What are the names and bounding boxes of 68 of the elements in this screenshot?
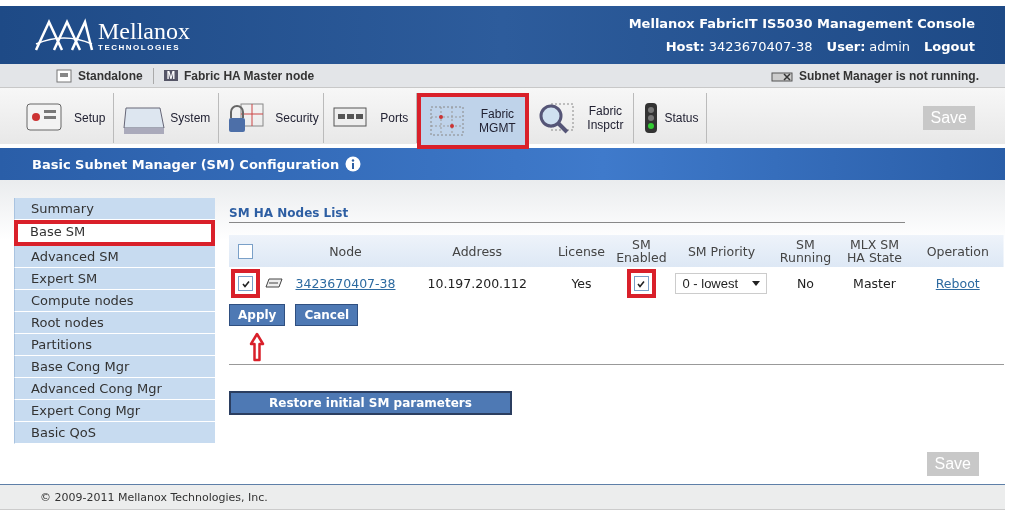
logo-name: Mellanox (98, 18, 190, 43)
tab-label: Ports (380, 111, 409, 125)
checkbox[interactable] (238, 243, 253, 259)
copyright-text: © 2009-2011 Mellanox Technologies, Inc. (40, 490, 268, 504)
column-header: Address (405, 235, 550, 267)
console-title: Mellanox FabricIT IS5030 Management Console (628, 16, 975, 31)
tab-label: Setup (74, 111, 106, 125)
master-badge: M (163, 70, 179, 81)
toolbar-tab[interactable]: Fabric MGMT (417, 93, 530, 149)
checkbox[interactable] (238, 276, 253, 291)
network-switch-icon (771, 69, 793, 82)
priority-dropdown[interactable]: 0 - lowest (675, 273, 768, 294)
user-value: admin (869, 39, 911, 54)
logo-tagline: TECHNOLOGIES (98, 42, 181, 52)
toolbar-tab[interactable]: Security (219, 93, 325, 143)
table-cell: Master (837, 267, 912, 300)
bridge-logo-icon (34, 18, 94, 52)
sidebar-item[interactable]: Expert Cong Mgr (14, 400, 215, 422)
sidebar-item[interactable]: Summary (14, 198, 215, 220)
checkbox[interactable] (633, 276, 649, 291)
checkmark-icon (240, 278, 251, 289)
column-header: MLX SM HA State (837, 235, 912, 267)
reboot-link[interactable]: Reboot (935, 276, 980, 291)
sidebar-item[interactable]: Base SM (14, 220, 215, 246)
toolbar-tab[interactable]: Setup (18, 93, 115, 143)
sidebar-item[interactable]: Partitions (14, 334, 215, 356)
column-header: License (549, 235, 614, 267)
logout-link[interactable]: Logout (924, 39, 975, 54)
column-header: SM Priority (669, 235, 774, 267)
switch-icon (265, 278, 283, 288)
sidebar-item[interactable]: Basic QoS (14, 422, 215, 444)
section-title: Basic Subnet Manager (SM) Configuration (32, 156, 340, 172)
node-link[interactable]: 3423670407-38 (295, 276, 396, 291)
tab-label: Status (664, 111, 699, 125)
sidebar-item[interactable]: Base Cong Mgr (14, 356, 215, 378)
toolbar-tab[interactable]: System (114, 93, 220, 143)
sidebar-item[interactable]: Root nodes (14, 312, 215, 334)
user-label: User: (826, 39, 866, 54)
column-header: Node (286, 235, 405, 267)
tab-label: System (170, 111, 211, 125)
info-icon (345, 156, 362, 172)
restore-button[interactable]: Restore initial SM parameters (229, 391, 512, 415)
sidebar-item[interactable]: Compute nodes (14, 290, 215, 312)
column-header: SM Enabled (613, 235, 670, 267)
sidebar-item[interactable]: Expert SM (14, 268, 215, 290)
monitor-icon (56, 68, 72, 83)
mode-label: Standalone (78, 68, 143, 83)
table-cell: Yes (549, 267, 614, 300)
toolbar-tab[interactable]: Fabric Inspctr (529, 93, 635, 143)
column-header: Operation (911, 235, 1004, 267)
column-header: SM Running (773, 235, 838, 267)
sm-status-text: Subnet Manager is not running. (799, 68, 979, 83)
tab-label: Fabric MGMT (478, 107, 517, 135)
sidebar-item[interactable]: Advanced SM (14, 246, 215, 268)
ha-role-label: Fabric HA Master node (184, 68, 315, 83)
table-cell: 10.197.200.112 (405, 267, 550, 300)
tab-label: Fabric Inspctr (586, 104, 625, 132)
toolbar-tab[interactable]: Status (634, 93, 708, 143)
checkmark-icon (636, 278, 647, 289)
caret-icon (752, 281, 761, 286)
apply-button[interactable]: Apply (229, 304, 286, 326)
host-value: 3423670407-38 (708, 39, 813, 54)
table-cell: No (773, 267, 838, 300)
section-heading: SM HA Nodes List (229, 192, 905, 223)
cancel-button[interactable]: Cancel (295, 304, 359, 326)
sidebar-item[interactable]: Advanced Cong Mgr (14, 378, 215, 400)
host-label: Host: (665, 39, 705, 54)
toolbar-tab[interactable]: Ports (324, 93, 418, 143)
